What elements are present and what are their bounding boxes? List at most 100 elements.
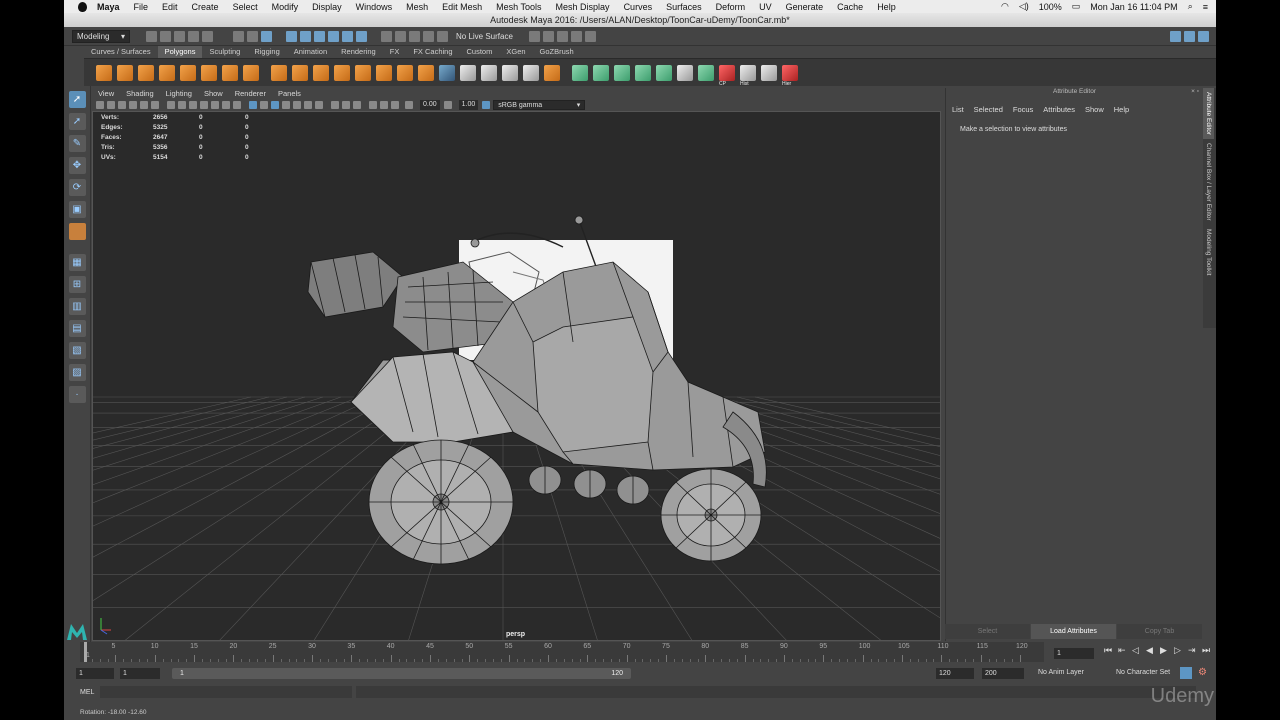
ae-menu-selected[interactable]: Selected [974,105,1003,114]
start-time-field[interactable]: 1 [76,668,114,679]
ae-menu-list[interactable]: List [952,105,964,114]
insert-edge-loop-icon[interactable] [502,64,518,81]
symmetry-icon[interactable] [528,30,540,42]
automatic-mapping-icon[interactable] [635,64,651,81]
os-menu-file[interactable]: File [134,2,149,12]
lasso-tool-icon[interactable]: ➚ [68,113,86,130]
layout-panel-icon[interactable] [1170,30,1181,42]
delete-hierarchy-history-icon[interactable]: Hier [782,64,798,87]
os-menu-display[interactable]: Display [312,2,342,12]
step-forward-key-icon[interactable]: ⇥ [1188,646,1197,655]
step-back-key-icon[interactable]: ⇤ [1118,646,1127,655]
hypershade-layout-icon[interactable]: ▧ [68,342,86,359]
soft-select-icon[interactable] [542,30,554,42]
quick-layout-icon[interactable] [391,101,399,109]
poly-sphere-icon[interactable] [96,64,112,81]
play-forwards-icon[interactable]: ▶ [1160,646,1169,655]
four-view-icon[interactable]: ⊞ [68,276,86,293]
separate-icon[interactable] [292,64,308,81]
viewport-menu-renderer[interactable]: Renderer [235,89,266,98]
viewport-persp[interactable]: Verts: 2656 0 0 Edges: 5325 0 0 Faces: 2647 0 0 Tris… [92,111,941,641]
persp-outliner-icon[interactable]: ▥ [68,298,86,315]
time-slider[interactable]: 1 5 10 15 20 25 30 35 40 45 50 55 60 65 70 75 80 85 90 95 10… [80,642,1044,662]
textured-icon[interactable] [282,101,290,109]
close-icon[interactable]: × ▫ [1191,88,1199,95]
ae-menu-focus[interactable]: Focus [1013,105,1033,114]
os-menu-windows[interactable]: Windows [356,2,393,12]
extrude-icon[interactable] [376,64,392,81]
shelf-tab-fx-caching[interactable]: FX Caching [406,46,459,58]
snap-grid-icon[interactable] [286,30,297,42]
viewport-menu-view[interactable]: View [98,89,114,98]
viewport-menu-shading[interactable]: Shading [126,89,154,98]
smooth-shade-icon[interactable] [260,101,268,109]
reflection-icon[interactable] [556,30,568,42]
poly-cylinder-icon[interactable] [138,64,154,81]
select-tool-icon[interactable]: ➚ [68,91,86,108]
gate-mask-icon[interactable] [200,101,208,109]
gamma-icon[interactable] [443,101,452,109]
viewport-menu-show[interactable]: Show [204,89,223,98]
combine-icon[interactable] [271,64,287,81]
open-scene-icon[interactable] [160,30,171,42]
last-tool-icon[interactable] [68,223,86,240]
ipr-render-icon[interactable] [409,30,420,42]
paint-select-icon[interactable]: ✎ [68,135,86,152]
search-icon[interactable]: ⌕ [1188,1,1193,12]
wireframe-icon[interactable] [249,101,257,109]
snap-point-icon[interactable] [314,30,325,42]
multi-cut-icon[interactable] [439,64,455,81]
connect-icon[interactable] [481,64,497,81]
menu-set-dropdown[interactable]: Modeling ▾ [72,29,130,43]
color-space-dropdown[interactable]: sRGB gamma ▾ [493,100,586,110]
delete-history-icon[interactable]: Hist [740,64,756,87]
os-menu-mesh[interactable]: Mesh [406,2,428,12]
append-polygon-icon[interactable] [544,64,560,81]
hud-icon[interactable] [380,101,388,109]
range-slider-bar[interactable]: 1 120 [172,668,631,679]
field-chart-icon[interactable] [211,101,219,109]
os-menu-create[interactable]: Create [192,2,219,12]
playback-start-field[interactable]: 1 [120,668,160,679]
target-weld-icon[interactable] [460,64,476,81]
go-to-start-icon[interactable]: ⏮ [1104,646,1113,655]
unfold-icon[interactable] [698,64,714,81]
ae-menu-help[interactable]: Help [1114,105,1129,114]
character-set-dropdown[interactable]: No Character Set [1116,669,1170,676]
shelf-tab-fx[interactable]: FX [383,46,407,58]
shadows-icon[interactable] [304,101,312,109]
cylindrical-mapping-icon[interactable] [593,64,609,81]
os-menu-mesh-display[interactable]: Mesh Display [556,2,610,12]
wireframe-on-shaded-icon[interactable] [271,101,279,109]
film-gate-icon[interactable] [178,101,186,109]
os-menu-edit-mesh[interactable]: Edit Mesh [442,2,482,12]
viewport-menu-lighting[interactable]: Lighting [166,89,192,98]
step-back-icon[interactable]: ◁ [1132,646,1141,655]
auto-key-icon[interactable] [1180,667,1192,679]
backface-culling-icon[interactable] [353,101,361,109]
bevel-icon[interactable] [418,64,434,81]
poly-pyramid-icon[interactable] [222,64,238,81]
shelf-tab-gozbrush[interactable]: GoZBrush [533,46,581,58]
shelf-tab-custom[interactable]: Custom [460,46,500,58]
2d-pan-icon[interactable] [140,101,148,109]
select-object-icon[interactable] [247,30,258,42]
clock[interactable]: Mon Jan 16 11:04 PM [1090,2,1177,12]
preferences-icon[interactable]: ⚙ [1198,667,1210,679]
ae-menu-attributes[interactable]: Attributes [1043,105,1075,114]
live-surface-label[interactable]: No Live Surface [456,32,513,41]
command-language[interactable]: MEL [80,689,100,696]
command-input[interactable] [100,686,352,698]
smooth-icon[interactable] [334,64,350,81]
side-tab-attribute-editor[interactable]: Attribute Editor [1203,88,1214,139]
render-icon[interactable] [395,30,406,42]
os-menu-surfaces[interactable]: Surfaces [666,2,702,12]
lock-icon[interactable] [356,30,367,42]
grid-icon[interactable] [167,101,175,109]
center-pivot-icon[interactable]: CP [719,64,735,87]
os-menu-edit[interactable]: Edit [162,2,178,12]
os-menu-help[interactable]: Help [877,2,896,12]
bookmark-icon[interactable] [118,101,126,109]
os-menu-cache[interactable]: Cache [837,2,863,12]
reduce-icon[interactable] [355,64,371,81]
